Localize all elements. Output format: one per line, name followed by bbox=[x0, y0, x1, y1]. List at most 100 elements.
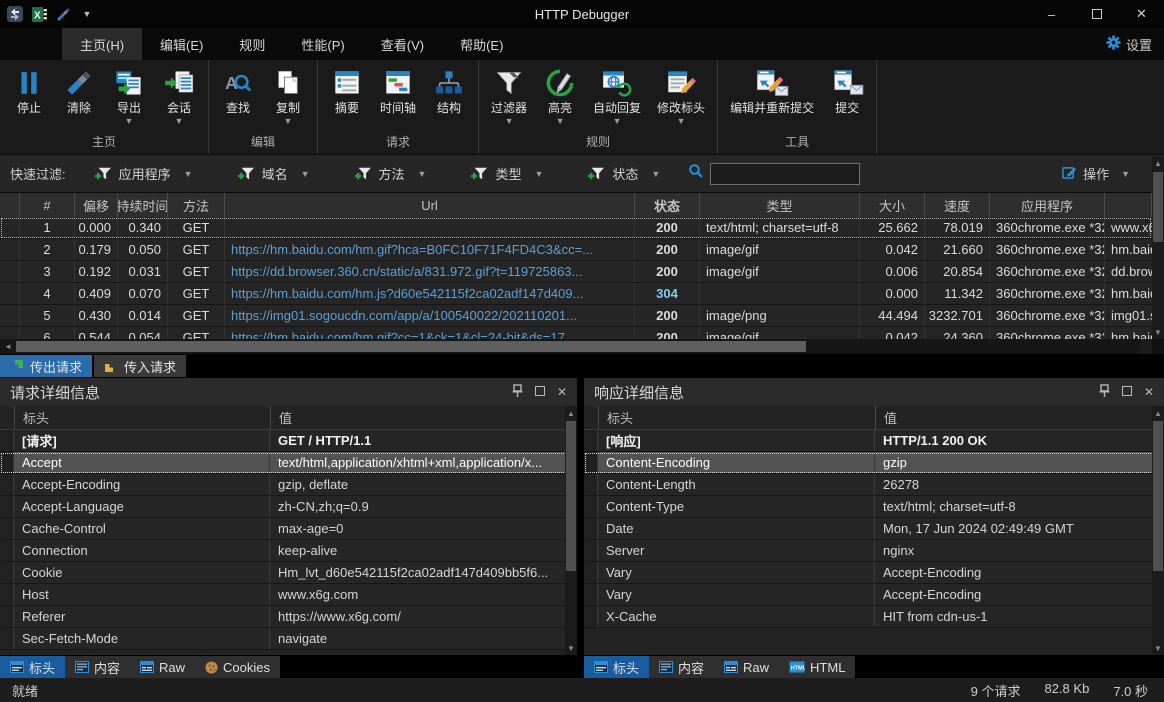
ribbon-button-clear-brush[interactable]: 清除 bbox=[54, 62, 104, 131]
column-header-value[interactable]: 值 bbox=[875, 406, 1164, 429]
horizontal-scrollbar[interactable]: ◄ bbox=[0, 339, 1152, 354]
vertical-scroll-thumb[interactable] bbox=[566, 421, 576, 571]
excel-export-icon[interactable]: X bbox=[30, 5, 48, 23]
table-row[interactable]: 20.1790.050GEThttps://hm.baidu.com/hm.gi… bbox=[0, 239, 1152, 261]
header-row[interactable]: [请求]GET / HTTP/1.1 bbox=[0, 430, 577, 452]
session-tab-incoming[interactable]: 传入请求 bbox=[94, 355, 186, 377]
header-row[interactable]: Sec-Fetch-Modenavigate bbox=[0, 628, 577, 650]
column-header-6[interactable]: 状态 bbox=[635, 193, 700, 217]
ribbon-button-filter[interactable]: 过滤器▼ bbox=[483, 62, 535, 131]
table-row[interactable]: 10.0000.340GET200text/html; charset=utf-… bbox=[0, 217, 1152, 239]
column-header-10[interactable]: 应用程序 bbox=[990, 193, 1105, 217]
quick-filter-5[interactable]: 状态▼ bbox=[587, 164, 660, 183]
header-row[interactable]: Content-Length26278 bbox=[584, 474, 1164, 496]
ribbon-button-timeline[interactable]: 时间轴 bbox=[372, 62, 424, 131]
close-panel-icon[interactable]: ✕ bbox=[557, 385, 567, 399]
close-button[interactable]: ✕ bbox=[1119, 0, 1164, 28]
request-panel-scrollbar[interactable]: ▲ ▼ bbox=[565, 406, 577, 655]
ribbon-button-highlight[interactable]: 高亮▼ bbox=[535, 62, 585, 131]
ribbon-button-find[interactable]: A查找 bbox=[213, 62, 263, 131]
table-row[interactable]: 50.4300.014GEThttps://img01.sogoucdn.com… bbox=[0, 305, 1152, 327]
column-header-key[interactable]: 标头 bbox=[598, 406, 875, 429]
header-row[interactable]: X-CacheHIT from cdn-us-1 bbox=[584, 606, 1164, 628]
header-row[interactable]: VaryAccept-Encoding bbox=[584, 584, 1164, 606]
column-header-4[interactable]: 方法 bbox=[168, 193, 225, 217]
minimize-button[interactable]: – bbox=[1029, 0, 1074, 28]
menu-item-6[interactable]: 帮助(E) bbox=[442, 28, 521, 60]
scroll-down-icon[interactable]: ▼ bbox=[1152, 641, 1164, 655]
view-tab-标头[interactable]: 标头 bbox=[584, 656, 649, 678]
header-row[interactable]: Accept-Encodinggzip, deflate bbox=[0, 474, 577, 496]
view-tab-内容[interactable]: 内容 bbox=[649, 656, 714, 678]
column-header-value[interactable]: 值 bbox=[270, 406, 577, 429]
maximize-button[interactable] bbox=[1074, 0, 1119, 28]
settings-button[interactable]: 设置 bbox=[1106, 28, 1152, 60]
quick-filter-1[interactable]: 应用程序▼ bbox=[94, 164, 193, 183]
vertical-scroll-thumb[interactable] bbox=[1153, 172, 1163, 242]
ribbon-button-copy[interactable]: 复制▼ bbox=[263, 62, 313, 131]
table-row[interactable]: 40.4090.070GEThttps://hm.baidu.com/hm.js… bbox=[0, 283, 1152, 305]
header-row[interactable]: Accept-Languagezh-CN,zh;q=0.9 bbox=[0, 496, 577, 518]
ribbon-button-export[interactable]: 导出▼ bbox=[104, 62, 154, 131]
scroll-down-icon[interactable]: ▼ bbox=[565, 641, 577, 655]
header-row[interactable]: [响应]HTTP/1.1 200 OK bbox=[584, 430, 1164, 452]
qat-dropdown-icon[interactable]: ▼ bbox=[78, 5, 96, 23]
ribbon-button-autoreply[interactable]: 自动回复▼ bbox=[585, 62, 649, 131]
column-header-2[interactable]: 偏移 bbox=[75, 193, 118, 217]
header-row[interactable]: Content-Encodinggzip bbox=[584, 452, 1164, 474]
float-panel-icon[interactable] bbox=[1122, 385, 1132, 399]
float-panel-icon[interactable] bbox=[535, 385, 545, 399]
view-tab-标头[interactable]: 标头 bbox=[0, 656, 65, 678]
pin-icon[interactable] bbox=[1099, 384, 1110, 400]
view-tab-内容[interactable]: 内容 bbox=[65, 656, 130, 678]
header-row[interactable]: Hostwww.x6g.com bbox=[0, 584, 577, 606]
view-tab-raw[interactable]: Raw bbox=[714, 656, 779, 678]
ribbon-button-pause[interactable]: 停止 bbox=[4, 62, 54, 131]
response-panel-scrollbar[interactable]: ▲ ▼ bbox=[1152, 406, 1164, 655]
column-header-3[interactable]: 持续时间 bbox=[118, 193, 168, 217]
header-row[interactable]: Cache-Controlmax-age=0 bbox=[0, 518, 577, 540]
header-row[interactable]: Content-Typetext/html; charset=utf-8 bbox=[584, 496, 1164, 518]
clear-brush-small-icon[interactable] bbox=[54, 5, 72, 23]
header-row[interactable]: Servernginx bbox=[584, 540, 1164, 562]
column-header-5[interactable]: Url bbox=[225, 193, 635, 217]
menu-item-2[interactable]: 编辑(E) bbox=[142, 28, 221, 60]
scroll-up-icon[interactable]: ▲ bbox=[1152, 406, 1164, 420]
action-dropdown[interactable]: 操作 ▼ bbox=[1062, 164, 1130, 183]
column-header-9[interactable]: 速度 bbox=[925, 193, 990, 217]
menu-item-4[interactable]: 性能(P) bbox=[283, 28, 362, 60]
column-header-8[interactable]: 大小 bbox=[860, 193, 925, 217]
vertical-scroll-thumb[interactable] bbox=[1153, 421, 1163, 571]
header-row[interactable]: Accepttext/html,application/xhtml+xml,ap… bbox=[0, 452, 577, 474]
pin-icon[interactable] bbox=[512, 384, 523, 400]
quick-filter-4[interactable]: 类型▼ bbox=[470, 164, 543, 183]
column-header-key[interactable]: 标头 bbox=[14, 406, 270, 429]
view-tab-raw[interactable]: Raw bbox=[130, 656, 195, 678]
header-row[interactable]: VaryAccept-Encoding bbox=[584, 562, 1164, 584]
table-vertical-scrollbar[interactable]: ▲ ▼ bbox=[1152, 156, 1164, 339]
ribbon-button-edit-resubmit[interactable]: 编辑并重新提交 bbox=[722, 62, 822, 131]
view-tab-cookies[interactable]: Cookies bbox=[195, 656, 280, 678]
horizontal-scroll-thumb[interactable] bbox=[16, 341, 806, 352]
header-row[interactable]: DateMon, 17 Jun 2024 02:49:49 GMT bbox=[584, 518, 1164, 540]
header-row[interactable]: Refererhttps://www.x6g.com/ bbox=[0, 606, 577, 628]
close-panel-icon[interactable]: ✕ bbox=[1144, 385, 1154, 399]
ribbon-button-summary[interactable]: 摘要 bbox=[322, 62, 372, 131]
column-header-11[interactable] bbox=[1105, 193, 1152, 217]
scroll-up-icon[interactable]: ▲ bbox=[1152, 156, 1164, 170]
column-header-1[interactable]: # bbox=[20, 193, 75, 217]
table-row[interactable]: 60.5440.054GEThttps://hm.baidu.com/hm.gi… bbox=[0, 327, 1152, 339]
scroll-left-icon[interactable]: ◄ bbox=[0, 339, 16, 354]
view-tab-html[interactable]: HTMLHTML bbox=[779, 656, 855, 678]
session-tab-outgoing[interactable]: 传出请求 bbox=[0, 355, 92, 377]
search-input[interactable] bbox=[710, 163, 860, 185]
quick-filter-3[interactable]: 方法▼ bbox=[354, 164, 427, 183]
menu-item-1[interactable]: 主页(H) bbox=[62, 28, 142, 60]
quick-filter-2[interactable]: 域名▼ bbox=[237, 164, 310, 183]
scroll-down-icon[interactable]: ▼ bbox=[1152, 325, 1164, 339]
ribbon-button-structure[interactable]: 结构 bbox=[424, 62, 474, 131]
column-header-7[interactable]: 类型 bbox=[700, 193, 860, 217]
menu-item-5[interactable]: 查看(V) bbox=[363, 28, 442, 60]
header-row[interactable]: Connectionkeep-alive bbox=[0, 540, 577, 562]
ribbon-button-session[interactable]: 会话▼ bbox=[154, 62, 204, 131]
